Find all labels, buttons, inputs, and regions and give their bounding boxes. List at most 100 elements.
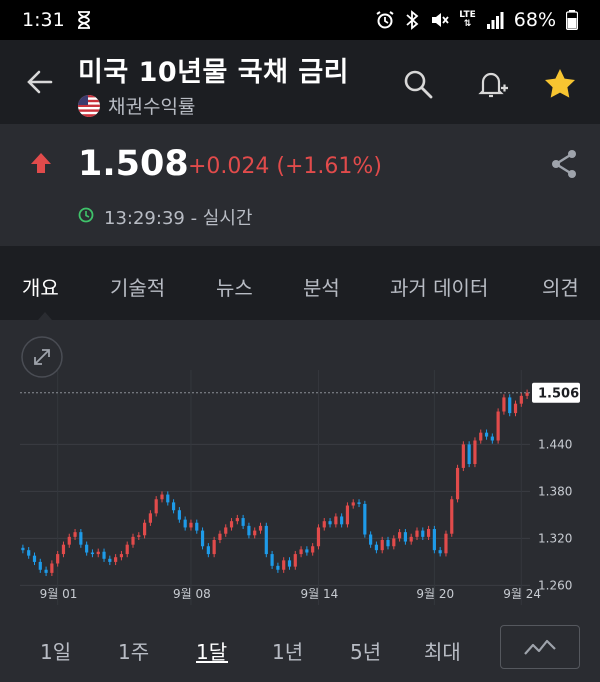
candle-body [392, 538, 396, 547]
mute-icon [429, 10, 449, 30]
candle-body [287, 560, 292, 567]
candle-body [148, 513, 152, 523]
candle-body [490, 436, 494, 441]
candle-body [473, 440, 477, 464]
candle-body [44, 569, 48, 573]
arrow-left-icon [27, 70, 53, 94]
candle-body [299, 549, 303, 555]
y-tick-label: 1.320 [538, 531, 572, 545]
last-price: 1.508 [78, 144, 189, 184]
candle-body [183, 519, 187, 528]
chart-type-button[interactable] [500, 625, 580, 669]
candle-body [276, 565, 280, 570]
candle-body [108, 558, 112, 562]
candle-body [125, 544, 129, 555]
candle-body [102, 551, 106, 559]
candle-body [171, 502, 176, 511]
y-tick-label: 1.440 [538, 437, 572, 451]
candle-body [154, 499, 158, 514]
status-bar: 1:31 LTE ⇅ 68% [0, 0, 600, 40]
candle-body [369, 534, 373, 545]
y-tick-label: 1.260 [538, 578, 572, 592]
share-icon [552, 150, 576, 178]
candle-body [73, 532, 77, 537]
candle-body [508, 397, 512, 414]
candle-body [90, 552, 95, 555]
candle-body [351, 502, 355, 506]
candle-body [32, 555, 37, 562]
instrument-category: 채권수익률 [78, 92, 195, 119]
candle-body [79, 532, 83, 545]
lte-icon: LTE ⇅ [459, 10, 476, 29]
candle-body [229, 521, 234, 528]
tab-analysis[interactable]: 분석 [303, 272, 340, 301]
line-chart-icon [524, 639, 556, 655]
tab-comments[interactable]: 의견 [542, 272, 579, 301]
candle-body [305, 549, 309, 553]
range-1-week[interactable]: 1주 [118, 636, 149, 665]
candle-body [479, 432, 483, 441]
candle-body [119, 554, 124, 558]
candle-body [519, 395, 523, 404]
tab-historical-data[interactable]: 과거 데이터 [390, 272, 488, 301]
candle-body [455, 467, 460, 500]
tab-overview[interactable]: 개요 [22, 272, 59, 301]
candle-body [200, 530, 205, 547]
add-alert-button[interactable] [472, 64, 512, 104]
tab-technical[interactable]: 기술적 [110, 272, 165, 301]
search-button[interactable] [398, 64, 438, 104]
x-tick-label: 9월 20 [416, 587, 454, 601]
candle-body [496, 411, 500, 441]
page-title: 미국 10년물 국채 금리 [78, 57, 349, 88]
range-1-day[interactable]: 1일 [40, 636, 71, 665]
candlestick-chart[interactable]: 1.440 1.380 1.320 1.260 9월 01 9월 08 9월 14 9월 2… [0, 320, 600, 612]
candle-body [403, 532, 407, 542]
candle-body [67, 536, 71, 545]
share-button[interactable] [546, 146, 582, 182]
candle-body [160, 494, 164, 500]
x-tick-label: 9월 24 [503, 587, 541, 601]
expand-chart-button[interactable] [21, 336, 63, 378]
candle-body [311, 546, 315, 553]
candle-body [253, 530, 257, 536]
candle-body [357, 502, 361, 504]
candle-body [282, 560, 286, 570]
battery-icon [566, 10, 578, 30]
price-chart[interactable]: 1.440 1.380 1.320 1.260 9월 01 9월 08 9월 14 9월 2… [0, 320, 600, 612]
candle-body [235, 518, 239, 522]
candle-body [224, 527, 228, 534]
candle-body [316, 527, 321, 547]
candle-body [293, 554, 297, 567]
arrow-up-icon [30, 152, 52, 178]
search-icon [404, 70, 433, 99]
price-panel: 1.508 +0.024 (+1.61%) 13:29:39 - 실시간 [0, 124, 600, 246]
quote-time-row: 13:29:39 - 실시간 [78, 204, 252, 230]
y-tick-label: 1.380 [538, 484, 572, 498]
tab-news[interactable]: 뉴스 [216, 272, 253, 301]
candle-body [27, 550, 31, 556]
x-tick-label: 9월 08 [173, 587, 211, 601]
candle-body [114, 557, 118, 562]
candle-body [166, 494, 170, 503]
range-1-year[interactable]: 1년 [272, 636, 303, 665]
x-tick-label: 9월 14 [300, 587, 338, 601]
bell-plus-icon [478, 72, 508, 98]
back-button[interactable] [20, 62, 60, 102]
candle-body [218, 533, 222, 540]
range-5-year[interactable]: 5년 [350, 636, 381, 665]
candle-body [386, 539, 390, 547]
candle-body [438, 550, 442, 554]
candle-body [380, 539, 384, 551]
range-max[interactable]: 최대 [424, 636, 461, 665]
alarm-icon [375, 10, 395, 30]
active-range-underline [196, 661, 228, 663]
watchlist-star-button[interactable] [540, 64, 580, 104]
clock-icon [78, 207, 94, 228]
star-icon [545, 69, 575, 98]
candle-body [374, 544, 379, 551]
candle-body [398, 532, 402, 539]
quote-time: 13:29:39 - 실시간 [104, 208, 253, 229]
us-flag-icon [78, 94, 100, 117]
candle-body [131, 536, 135, 545]
candle-body [189, 522, 193, 528]
